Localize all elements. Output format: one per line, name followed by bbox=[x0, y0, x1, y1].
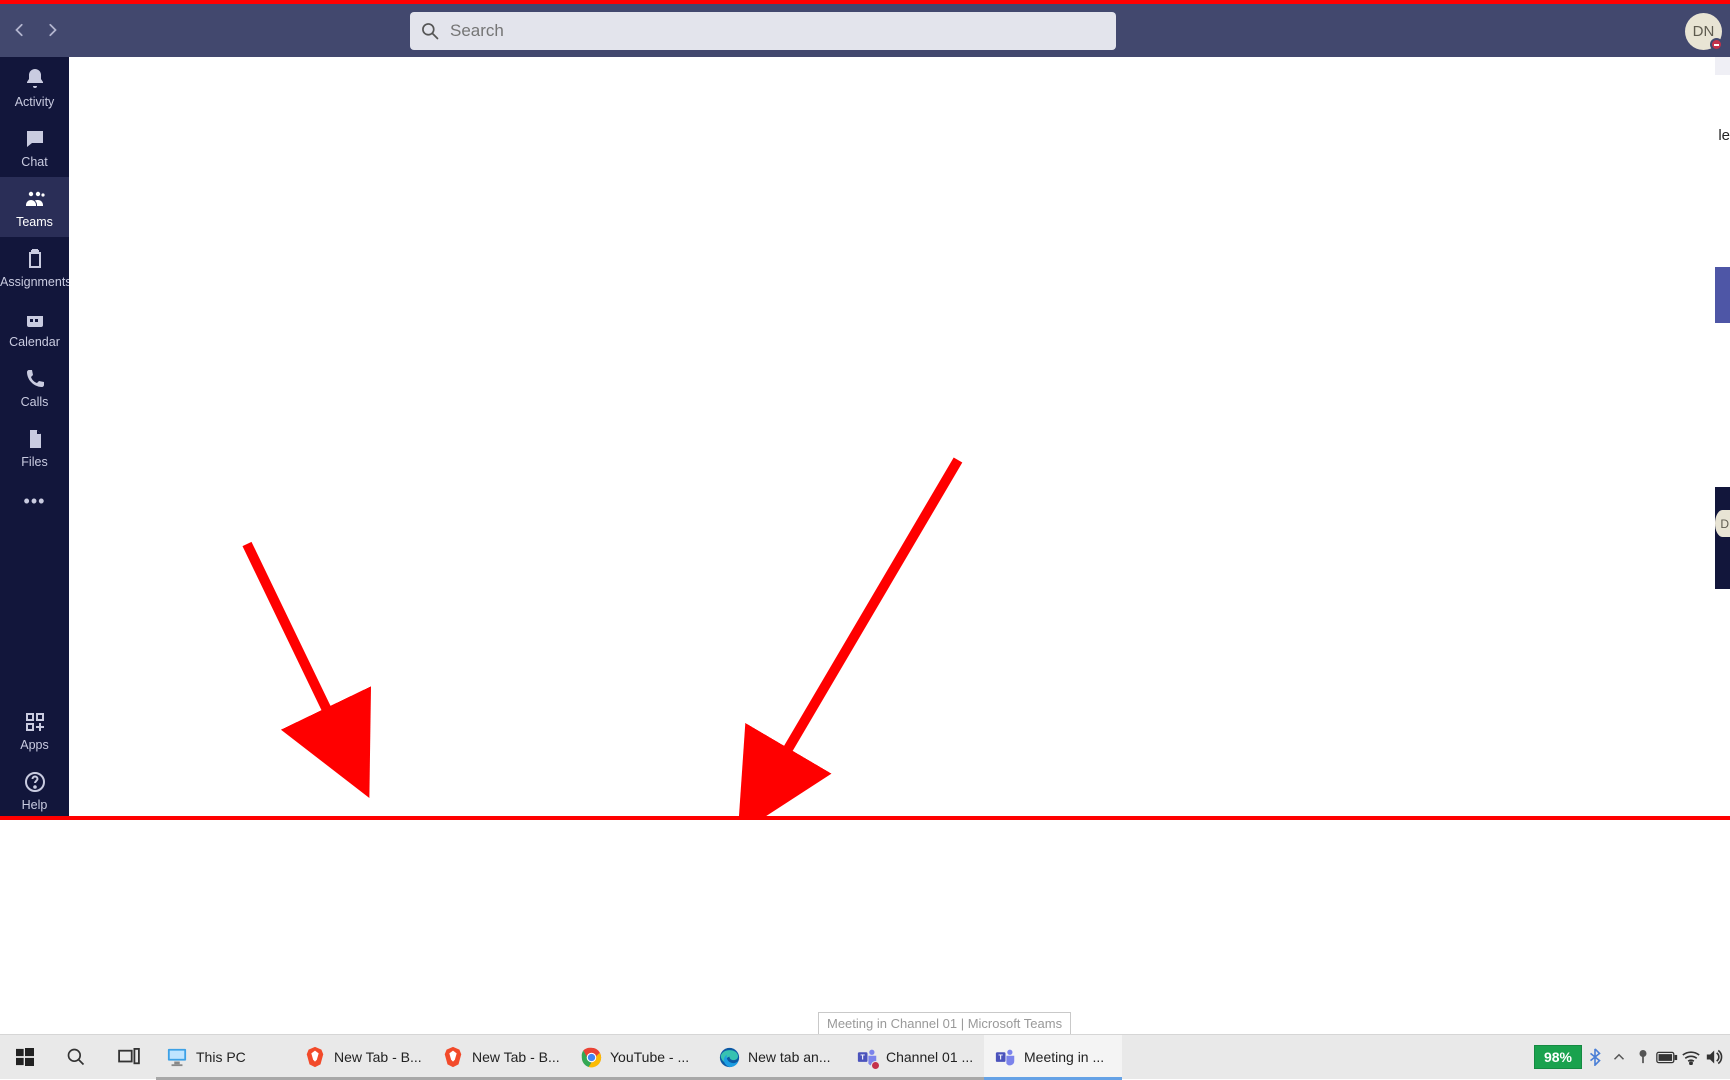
clip-selected-item bbox=[1715, 267, 1730, 323]
nav-forward-button[interactable] bbox=[36, 14, 68, 46]
taskbar-item-label: Channel 01 ... bbox=[886, 1049, 973, 1065]
teams-busy-icon: T bbox=[856, 1046, 878, 1068]
rail-more-button[interactable]: ••• bbox=[24, 477, 46, 526]
clip-avatar-fragment: D bbox=[1715, 510, 1730, 537]
taskbar-item-chrome[interactable]: YouTube - ... bbox=[570, 1035, 708, 1080]
taskbar-item-thispc[interactable]: This PC bbox=[156, 1035, 294, 1080]
edge-icon bbox=[718, 1046, 740, 1068]
windows-icon bbox=[16, 1048, 34, 1066]
rail-label: Files bbox=[21, 455, 47, 469]
main-content-area bbox=[69, 57, 1730, 820]
taskbar-item-brave-1[interactable]: New Tab - B... bbox=[294, 1035, 432, 1080]
rail-label: Help bbox=[22, 798, 48, 812]
title-bar: DN bbox=[0, 3, 1730, 57]
volume-icon[interactable] bbox=[1704, 1040, 1726, 1074]
chevron-left-icon bbox=[13, 23, 27, 37]
taskbar-item-label: New Tab - B... bbox=[334, 1049, 422, 1065]
taskbar-tooltip: Meeting in Channel 01 | Microsoft Teams bbox=[818, 1012, 1071, 1034]
taskbar-item-label: YouTube - ... bbox=[610, 1049, 689, 1065]
taskbar-item-edge[interactable]: New tab an... bbox=[708, 1035, 846, 1080]
right-sidebar-clip: le D bbox=[1714, 57, 1730, 820]
rail-files[interactable]: Files bbox=[0, 417, 69, 477]
rail-label: Activity bbox=[15, 95, 55, 109]
ellipsis-icon: ••• bbox=[24, 491, 46, 511]
chrome-icon bbox=[580, 1046, 602, 1068]
nav-back-button[interactable] bbox=[4, 14, 36, 46]
brave-icon bbox=[442, 1046, 464, 1068]
calendar-icon bbox=[23, 307, 47, 331]
location-icon[interactable] bbox=[1632, 1040, 1654, 1074]
avatar-initials: DN bbox=[1693, 23, 1715, 40]
rail-activity[interactable]: Activity bbox=[0, 57, 69, 117]
rail-label: Calendar bbox=[9, 335, 60, 349]
taskbar-item-teams-2[interactable]: T Meeting in ... bbox=[984, 1035, 1122, 1080]
rail-label: Assignments bbox=[0, 275, 72, 289]
search-wrapper bbox=[410, 12, 1116, 50]
help-icon bbox=[23, 770, 47, 794]
rail-label: Chat bbox=[21, 155, 47, 169]
battery-percent-badge[interactable]: 98% bbox=[1534, 1045, 1582, 1069]
rail-help[interactable]: Help bbox=[0, 760, 69, 820]
rail-chat[interactable]: Chat bbox=[0, 117, 69, 177]
chat-icon bbox=[23, 127, 47, 151]
clip-header bbox=[1715, 57, 1730, 75]
taskbar-search-button[interactable] bbox=[50, 1035, 102, 1080]
annotation-top-border bbox=[0, 0, 1730, 4]
rail-label: Apps bbox=[20, 738, 49, 752]
presence-busy-icon bbox=[1710, 38, 1723, 51]
taskbar-item-brave-2[interactable]: New Tab - B... bbox=[432, 1035, 570, 1080]
bell-icon bbox=[23, 67, 47, 91]
taskbar-item-label: Meeting in ... bbox=[1024, 1049, 1104, 1065]
tray-chevron-up-icon[interactable] bbox=[1608, 1040, 1630, 1074]
windows-taskbar: This PC New Tab - B... New Tab - B... Yo… bbox=[0, 1034, 1730, 1079]
system-tray: 98% bbox=[1534, 1035, 1730, 1079]
chevron-right-icon bbox=[45, 23, 59, 37]
phone-icon bbox=[23, 367, 47, 391]
rail-label: Calls bbox=[21, 395, 49, 409]
taskbar-item-teams-1[interactable]: T Channel 01 ... bbox=[846, 1035, 984, 1080]
taskbar-item-label: New Tab - B... bbox=[472, 1049, 560, 1065]
brave-icon bbox=[304, 1046, 326, 1068]
search-icon bbox=[420, 21, 440, 41]
clip-text-fragment: le bbox=[1718, 127, 1730, 144]
monitor-icon bbox=[166, 1046, 188, 1068]
taskbar-item-label: New tab an... bbox=[748, 1049, 831, 1065]
teams-icon bbox=[23, 187, 47, 211]
wifi-icon[interactable] bbox=[1680, 1040, 1702, 1074]
teams-icon: T bbox=[994, 1046, 1016, 1068]
start-button[interactable] bbox=[0, 1035, 50, 1080]
rail-apps[interactable]: Apps bbox=[0, 700, 69, 760]
rail-calendar[interactable]: Calendar bbox=[0, 297, 69, 357]
annotation-bottom-border bbox=[0, 816, 1730, 820]
user-avatar[interactable]: DN bbox=[1685, 13, 1722, 50]
clip-dark-block bbox=[1715, 487, 1730, 589]
task-view-icon bbox=[118, 1048, 140, 1066]
svg-text:T: T bbox=[998, 1054, 1003, 1061]
app-rail: Activity Chat Teams Assignments Calendar… bbox=[0, 57, 69, 820]
taskbar-item-label: This PC bbox=[196, 1049, 246, 1065]
svg-text:T: T bbox=[860, 1054, 865, 1061]
search-input[interactable] bbox=[410, 12, 1116, 50]
assignments-icon bbox=[23, 247, 47, 271]
rail-label: Teams bbox=[16, 215, 53, 229]
bluetooth-icon[interactable] bbox=[1584, 1040, 1606, 1074]
file-icon bbox=[23, 427, 47, 451]
search-icon bbox=[66, 1047, 86, 1067]
rail-assignments[interactable]: Assignments bbox=[0, 237, 69, 297]
task-view-button[interactable] bbox=[102, 1035, 156, 1080]
rail-calls[interactable]: Calls bbox=[0, 357, 69, 417]
battery-icon[interactable] bbox=[1656, 1040, 1678, 1074]
apps-icon bbox=[23, 710, 47, 734]
rail-teams[interactable]: Teams bbox=[0, 177, 69, 237]
